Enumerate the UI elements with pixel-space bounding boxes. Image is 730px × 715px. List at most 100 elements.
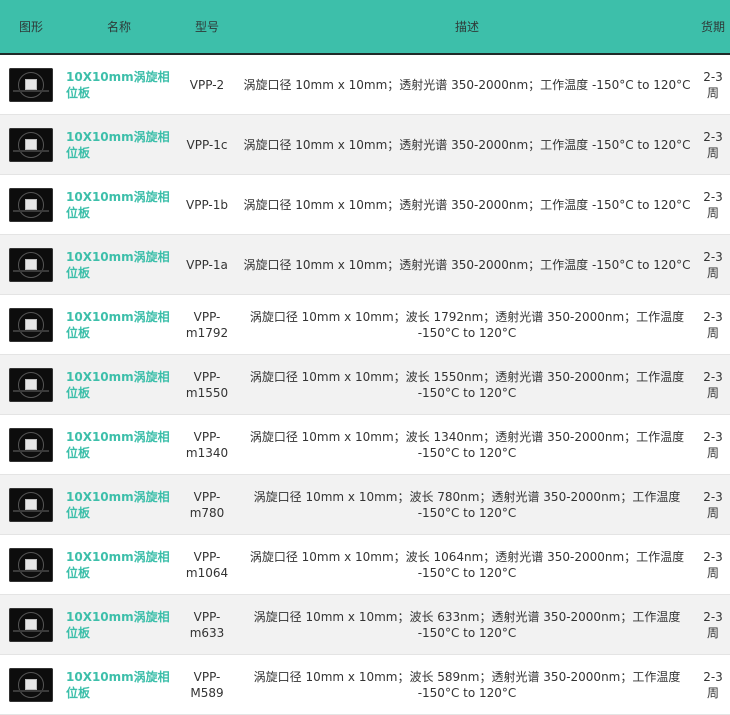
product-name-cell: 10X10mm涡旋相位板 (62, 174, 176, 235)
mount-slot-shape (13, 629, 49, 632)
product-lead-time: 2-3周 (696, 234, 730, 295)
product-name-cell: 10X10mm涡旋相位板 (62, 294, 176, 355)
product-image-cell (0, 474, 62, 535)
product-description: 涡旋口径 10mm x 10mm；波长 1550nm；透射光谱 350-2000… (238, 354, 696, 415)
table-row: 10X10mm涡旋相位板 VPP-1c 涡旋口径 10mm x 10mm；透射光谱 … (0, 114, 730, 175)
product-name-cell: 10X10mm涡旋相位板 (62, 474, 176, 535)
product-model: VPP-1b (176, 174, 238, 235)
product-image-cell (0, 654, 62, 715)
table-row: 10X10mm涡旋相位板 VPP-m1792 涡旋口径 10mm x 10mm；波长… (0, 294, 730, 355)
mount-slot-shape (13, 509, 49, 512)
mount-slot-shape (13, 209, 49, 212)
product-name-cell: 10X10mm涡旋相位板 (62, 414, 176, 475)
product-name-link[interactable]: 10X10mm涡旋相位板 (66, 189, 172, 221)
product-thumbnail[interactable] (9, 547, 53, 582)
plate-square-shape (25, 78, 37, 90)
table-row: 10X10mm涡旋相位板 VPP-m1550 涡旋口径 10mm x 10mm；波长… (0, 354, 730, 415)
plate-square-shape (25, 378, 37, 390)
product-thumbnail[interactable] (9, 127, 53, 162)
product-lead-time: 2-3周 (696, 654, 730, 715)
product-description: 涡旋口径 10mm x 10mm；波长 1064nm；透射光谱 350-2000… (238, 534, 696, 595)
header-row: 图形 名称 型号 描述 货期 (0, 0, 730, 55)
product-thumbnail[interactable] (9, 187, 53, 222)
product-name-link[interactable]: 10X10mm涡旋相位板 (66, 609, 172, 641)
product-lead-time: 2-3周 (696, 54, 730, 115)
product-thumbnail[interactable] (9, 427, 53, 462)
plate-square-shape (25, 258, 37, 270)
product-name-link[interactable]: 10X10mm涡旋相位板 (66, 249, 172, 281)
product-description: 涡旋口径 10mm x 10mm；波长 589nm；透射光谱 350-2000n… (238, 654, 696, 715)
mount-slot-shape (13, 89, 49, 92)
product-name-link[interactable]: 10X10mm涡旋相位板 (66, 69, 172, 101)
col-header-name: 名称 (62, 0, 176, 55)
product-name-link[interactable]: 10X10mm涡旋相位板 (66, 429, 172, 461)
product-model: VPP-m780 (176, 474, 238, 535)
product-thumbnail[interactable] (9, 487, 53, 522)
product-model: VPP-2 (176, 54, 238, 115)
product-table: 图形 名称 型号 描述 货期 10X10mm涡旋相位板 VPP-2 涡旋口径 10m… (0, 0, 730, 715)
product-model: VPP-m1064 (176, 534, 238, 595)
product-description: 涡旋口径 10mm x 10mm；波长 633nm；透射光谱 350-2000n… (238, 594, 696, 655)
product-lead-time: 2-3周 (696, 114, 730, 175)
table-header: 图形 名称 型号 描述 货期 (0, 0, 730, 55)
product-name-cell: 10X10mm涡旋相位板 (62, 54, 176, 115)
product-name-link[interactable]: 10X10mm涡旋相位板 (66, 129, 172, 161)
plate-square-shape (25, 558, 37, 570)
product-thumbnail[interactable] (9, 307, 53, 342)
product-lead-time: 2-3周 (696, 474, 730, 535)
col-header-lead-time: 货期 (696, 0, 730, 55)
mount-slot-shape (13, 389, 49, 392)
product-image-cell (0, 174, 62, 235)
product-lead-time: 2-3周 (696, 534, 730, 595)
mount-slot-shape (13, 569, 49, 572)
plate-square-shape (25, 198, 37, 210)
col-header-image: 图形 (0, 0, 62, 55)
product-name-link[interactable]: 10X10mm涡旋相位板 (66, 549, 172, 581)
product-description: 涡旋口径 10mm x 10mm；透射光谱 350-2000nm；工作温度 -1… (238, 114, 696, 175)
product-description: 涡旋口径 10mm x 10mm；透射光谱 350-2000nm；工作温度 -1… (238, 54, 696, 115)
product-name-cell: 10X10mm涡旋相位板 (62, 594, 176, 655)
product-thumbnail[interactable] (9, 67, 53, 102)
product-thumbnail[interactable] (9, 607, 53, 642)
product-lead-time: 2-3周 (696, 294, 730, 355)
product-model: VPP-1c (176, 114, 238, 175)
mount-slot-shape (13, 689, 49, 692)
product-lead-time: 2-3周 (696, 354, 730, 415)
mount-slot-shape (13, 149, 49, 152)
product-model: VPP-m1792 (176, 294, 238, 355)
product-name-link[interactable]: 10X10mm涡旋相位板 (66, 309, 172, 341)
col-header-model: 型号 (176, 0, 238, 55)
product-image-cell (0, 534, 62, 595)
product-name-link[interactable]: 10X10mm涡旋相位板 (66, 669, 172, 701)
product-name-cell: 10X10mm涡旋相位板 (62, 234, 176, 295)
plate-square-shape (25, 678, 37, 690)
product-image-cell (0, 234, 62, 295)
product-image-cell (0, 414, 62, 475)
mount-slot-shape (13, 269, 49, 272)
table-row: 10X10mm涡旋相位板 VPP-m1064 涡旋口径 10mm x 10mm；波长… (0, 534, 730, 595)
table-row: 10X10mm涡旋相位板 VPP-m780 涡旋口径 10mm x 10mm；波长 … (0, 474, 730, 535)
product-thumbnail[interactable] (9, 247, 53, 282)
product-description: 涡旋口径 10mm x 10mm；波长 1792nm；透射光谱 350-2000… (238, 294, 696, 355)
product-name-cell: 10X10mm涡旋相位板 (62, 654, 176, 715)
product-name-cell: 10X10mm涡旋相位板 (62, 114, 176, 175)
product-description: 涡旋口径 10mm x 10mm；透射光谱 350-2000nm；工作温度 -1… (238, 174, 696, 235)
table-row: 10X10mm涡旋相位板 VPP-2 涡旋口径 10mm x 10mm；透射光谱 3… (0, 54, 730, 115)
product-name-link[interactable]: 10X10mm涡旋相位板 (66, 369, 172, 401)
product-model: VPP-m633 (176, 594, 238, 655)
product-name-link[interactable]: 10X10mm涡旋相位板 (66, 489, 172, 521)
table-row: 10X10mm涡旋相位板 VPP-M589 涡旋口径 10mm x 10mm；波长 … (0, 654, 730, 715)
table-row: 10X10mm涡旋相位板 VPP-1a 涡旋口径 10mm x 10mm；透射光谱 … (0, 234, 730, 295)
table-row: 10X10mm涡旋相位板 VPP-m1340 涡旋口径 10mm x 10mm；波长… (0, 414, 730, 475)
product-image-cell (0, 294, 62, 355)
product-description: 涡旋口径 10mm x 10mm；透射光谱 350-2000nm；工作温度 -1… (238, 234, 696, 295)
table-body: 10X10mm涡旋相位板 VPP-2 涡旋口径 10mm x 10mm；透射光谱 3… (0, 54, 730, 715)
product-thumbnail[interactable] (9, 667, 53, 702)
product-lead-time: 2-3周 (696, 414, 730, 475)
product-thumbnail[interactable] (9, 367, 53, 402)
product-model: VPP-m1340 (176, 414, 238, 475)
product-image-cell (0, 354, 62, 415)
product-image-cell (0, 54, 62, 115)
product-lead-time: 2-3周 (696, 174, 730, 235)
product-model: VPP-M589 (176, 654, 238, 715)
